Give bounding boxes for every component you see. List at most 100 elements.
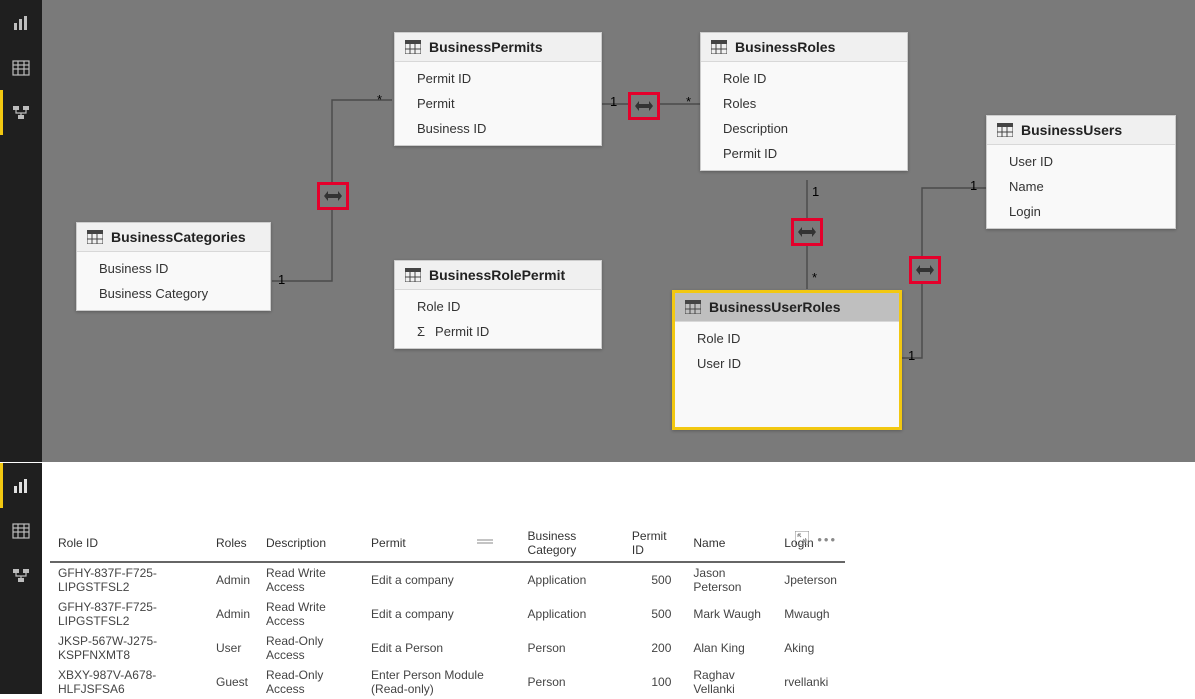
table-cell: 500 [624, 597, 686, 631]
table-field[interactable]: Σ Permit ID [395, 319, 601, 344]
table-cell: Application [520, 597, 624, 631]
table-row[interactable]: GFHY-837F-F725-LIPGSTFSL2AdminRead Write… [50, 562, 845, 597]
table-icon [405, 40, 421, 54]
relationship-direction-marker[interactable] [791, 218, 823, 246]
table-card-businessrolepermit[interactable]: BusinessRolePermit Role ID Σ Permit ID [394, 260, 602, 349]
table-icon [711, 40, 727, 54]
table-card-businesscategories[interactable]: BusinessCategories Business ID Business … [76, 222, 271, 311]
table-cell: Aking [776, 631, 845, 665]
nav-report-view-bottom[interactable] [0, 463, 42, 508]
table-card-businesspermits[interactable]: BusinessPermits Permit ID Permit Busines… [394, 32, 602, 146]
data-table: Role ID Roles Description Permit Busines… [50, 523, 845, 699]
cardinality-many: * [686, 94, 691, 109]
table-cell: Alan King [685, 631, 776, 665]
table-cell: Read Write Access [258, 597, 363, 631]
table-field[interactable]: User ID [987, 149, 1175, 174]
table-row[interactable]: JKSP-567W-J275-KSPFNXMT8UserRead-Only Ac… [50, 631, 845, 665]
table-field[interactable]: User ID [675, 351, 899, 376]
nav-data-view-bottom[interactable] [0, 508, 42, 553]
col-header[interactable]: Role ID [50, 523, 208, 562]
table-title: BusinessRolePermit [429, 267, 565, 283]
table-title: BusinessUserRoles [709, 299, 841, 315]
cardinality-one: 1 [610, 94, 617, 109]
filter-direction-icon [635, 100, 653, 112]
report-canvas[interactable]: ••• Role ID Roles Description Permit Bus… [42, 463, 1195, 694]
table-field[interactable]: Role ID [701, 66, 907, 91]
table-icon [997, 123, 1013, 137]
table-field[interactable]: Permit [395, 91, 601, 116]
cardinality-one: 1 [812, 184, 819, 199]
cardinality-one: 1 [278, 272, 285, 287]
col-header[interactable]: Permit [363, 523, 519, 562]
nav-data-view[interactable] [0, 45, 42, 90]
table-cell: Admin [208, 562, 258, 597]
focus-mode-icon[interactable] [795, 531, 809, 548]
filter-direction-icon [916, 264, 934, 276]
data-icon [12, 522, 30, 540]
cardinality-many: * [377, 92, 382, 107]
table-cell: Person [520, 631, 624, 665]
table-cell: Edit a Person [363, 631, 519, 665]
nav-model-view[interactable] [0, 90, 42, 135]
sigma-icon: Σ [417, 324, 425, 339]
table-field[interactable]: Business ID [77, 256, 270, 281]
filter-direction-icon [324, 190, 342, 202]
table-field[interactable]: Role ID [395, 294, 601, 319]
relationship-direction-marker[interactable] [909, 256, 941, 284]
relationship-direction-marker[interactable] [317, 182, 349, 210]
table-cell: Jason Peterson [685, 562, 776, 597]
nav-rail-top [0, 0, 42, 462]
relationship-direction-marker[interactable] [628, 92, 660, 120]
table-row[interactable]: GFHY-837F-F725-LIPGSTFSL2AdminRead Write… [50, 597, 845, 631]
table-icon [87, 230, 103, 244]
nav-model-view-bottom[interactable] [0, 553, 42, 598]
drag-handle-icon[interactable] [477, 533, 493, 548]
table-title: BusinessCategories [111, 229, 246, 245]
table-field[interactable]: Business ID [395, 116, 601, 141]
filter-direction-icon [798, 226, 816, 238]
table-card-businessroles[interactable]: BusinessRoles Role ID Roles Description … [700, 32, 908, 171]
model-icon [12, 104, 30, 122]
table-cell: User [208, 631, 258, 665]
table-field[interactable]: Login [987, 199, 1175, 224]
cardinality-many: * [812, 270, 817, 285]
cardinality-one: 1 [970, 178, 977, 193]
table-field[interactable]: Business Category [77, 281, 270, 306]
table-title: BusinessRoles [735, 39, 835, 55]
report-icon [12, 477, 30, 495]
model-canvas[interactable]: 1 * 1 * 1 * 1 1 BusinessPermits Permit I… [42, 0, 1195, 462]
col-header[interactable]: Business Category [520, 523, 624, 562]
table-cell: Read Write Access [258, 562, 363, 597]
table-cell: 200 [624, 631, 686, 665]
table-card-businessuserroles[interactable]: BusinessUserRoles Role ID User ID [672, 290, 902, 430]
table-title: BusinessUsers [1021, 122, 1122, 138]
table-card-businessusers[interactable]: BusinessUsers User ID Name Login [986, 115, 1176, 229]
table-cell: Edit a company [363, 597, 519, 631]
col-header[interactable]: Name [685, 523, 776, 562]
table-field-label: Permit ID [435, 324, 489, 339]
cardinality-one: 1 [908, 348, 915, 363]
table-cell: Application [520, 562, 624, 597]
table-field[interactable]: Roles [701, 91, 907, 116]
table-icon [685, 300, 701, 314]
table-field[interactable]: Permit ID [395, 66, 601, 91]
table-cell: 500 [624, 562, 686, 597]
data-icon [12, 59, 30, 77]
col-header[interactable]: Permit ID [624, 523, 686, 562]
table-title: BusinessPermits [429, 39, 543, 55]
col-header[interactable]: Roles [208, 523, 258, 562]
table-icon [405, 268, 421, 282]
report-icon [12, 14, 30, 32]
more-options-icon[interactable]: ••• [817, 532, 837, 547]
col-header[interactable]: Description [258, 523, 363, 562]
table-cell: Read-Only Access [258, 631, 363, 665]
nav-report-view[interactable] [0, 0, 42, 45]
table-cell: Admin [208, 597, 258, 631]
table-cell: Mark Waugh [685, 597, 776, 631]
table-cell: GFHY-837F-F725-LIPGSTFSL2 [50, 597, 208, 631]
table-field[interactable]: Permit ID [701, 141, 907, 166]
table-field[interactable]: Role ID [675, 326, 899, 351]
table-field[interactable]: Description [701, 116, 907, 141]
table-cell: Edit a company [363, 562, 519, 597]
table-field[interactable]: Name [987, 174, 1175, 199]
